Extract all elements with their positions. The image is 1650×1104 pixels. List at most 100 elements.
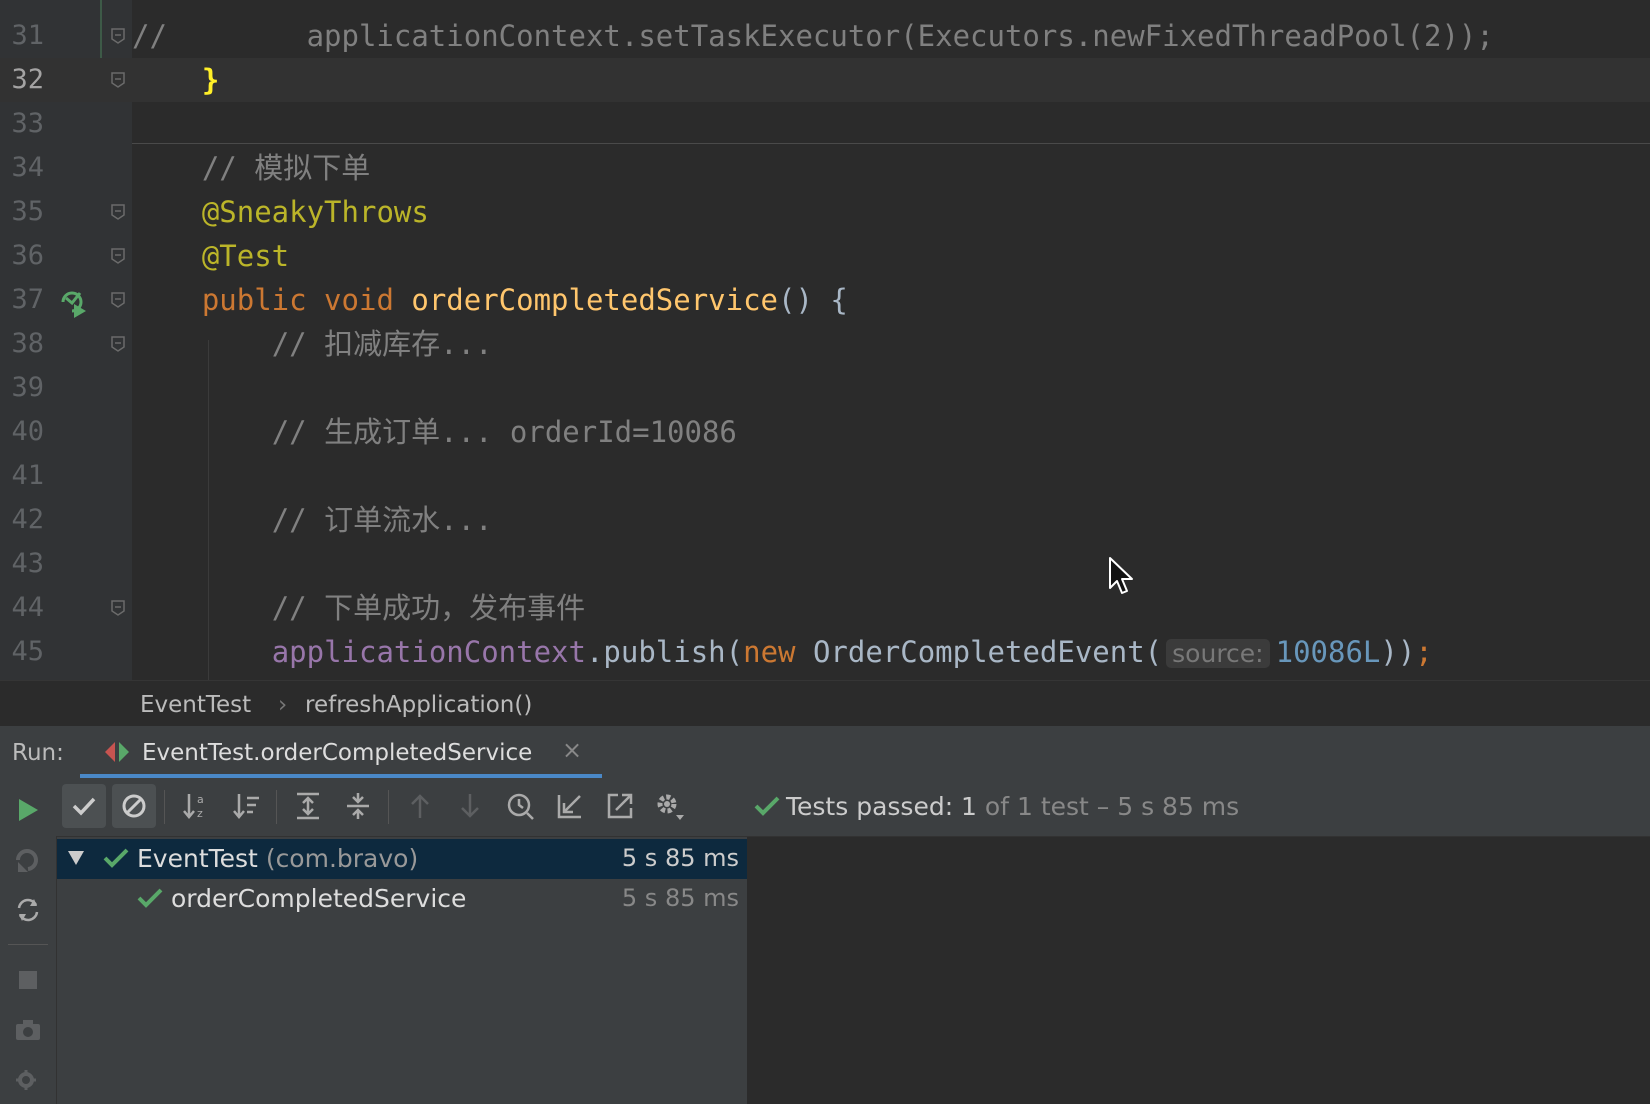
svg-text:a: a: [197, 793, 204, 806]
code-token: )): [1380, 635, 1416, 669]
code-text: @Test: [132, 234, 289, 278]
code-line[interactable]: 34 // 模拟下单: [0, 146, 1650, 190]
run-test-gutter-icon[interactable]: [58, 288, 88, 322]
test-duration: 5 s 85 ms: [621, 844, 739, 872]
code-line[interactable]: 38 // 扣减库存...: [0, 322, 1650, 366]
code-line[interactable]: 40 // 生成订单... orderId=10086: [0, 410, 1650, 454]
fold-marker-icon[interactable]: [111, 28, 125, 44]
code-text: // 生成订单... orderId=10086: [132, 410, 737, 454]
test-results-tree[interactable]: EventTest (com.bravo) 5 s 85 ms orderCom…: [57, 837, 748, 1104]
line-number: 39: [11, 372, 44, 403]
code-line[interactable]: 41: [0, 454, 1650, 498]
code-line[interactable]: 37 public void orderCompletedService() {: [0, 278, 1650, 322]
code-line[interactable]: 39: [0, 366, 1650, 410]
code-text: // applicationContext.setTaskExecutor(Ex…: [132, 14, 1494, 58]
tree-row-test-method[interactable]: orderCompletedService 5 s 85 ms: [57, 879, 747, 919]
code-token: orderCompletedService: [411, 283, 779, 317]
sort-alphabetically-icon[interactable]: az: [174, 784, 218, 828]
fold-marker-icon[interactable]: [111, 600, 125, 616]
close-icon[interactable]: ×: [562, 736, 582, 764]
code-token: OrderCompletedEvent(: [812, 635, 1163, 669]
rerun-failed-icon[interactable]: [8, 840, 48, 880]
rerun-button[interactable]: [8, 790, 48, 830]
export-tests-icon[interactable]: [598, 784, 642, 828]
console-output[interactable]: [748, 837, 1650, 1104]
code-token: .publish(: [585, 635, 744, 669]
code-token: // 模拟下单: [201, 151, 371, 185]
toggle-auto-test-icon[interactable]: [8, 890, 48, 930]
code-line[interactable]: 32 }: [0, 58, 1650, 102]
parameter-hint: source:: [1166, 639, 1270, 668]
code-token: }: [201, 63, 220, 97]
divider: [8, 944, 48, 945]
sort-by-duration-icon[interactable]: [224, 784, 268, 828]
line-number: 42: [11, 504, 44, 535]
code-token: @SneakyThrows: [201, 195, 429, 229]
show-passed-button[interactable]: [62, 784, 106, 828]
code-line[interactable]: 44 // 下单成功，发布事件: [0, 586, 1650, 630]
collapse-all-icon[interactable]: [336, 784, 380, 828]
gear-icon[interactable]: [648, 784, 692, 828]
line-number: 38: [11, 328, 44, 359]
run-tab-title: EventTest.orderCompletedService: [142, 740, 533, 766]
code-line[interactable]: 33: [0, 102, 1650, 146]
line-number: 32: [11, 64, 44, 95]
toolbar-separator: [388, 790, 389, 824]
run-label: Run:: [12, 740, 64, 766]
code-text: applicationContext.publish(new OrderComp…: [132, 630, 1433, 674]
breadcrumb-method[interactable]: refreshApplication(): [305, 692, 532, 718]
breadcrumb: EventTest › refreshApplication(): [0, 680, 1650, 727]
code-token: // applicationContext.setTaskExecutor(Ex…: [132, 19, 1494, 53]
check-icon: [137, 887, 163, 913]
junit-icon: [104, 741, 130, 767]
run-tool-window-header: Run: EventTest.orderCompletedService ×: [0, 726, 1650, 778]
triangle-down-icon[interactable]: [67, 850, 85, 870]
code-editor[interactable]: 31 // applicationContext.setTaskExecutor(…: [0, 0, 1650, 680]
code-line[interactable]: 42 // 订单流水...: [0, 498, 1650, 542]
chevron-right-icon: ›: [278, 692, 288, 718]
settings-bug-icon[interactable]: [8, 1060, 48, 1100]
show-ignored-button[interactable]: [112, 784, 156, 828]
code-token: ;: [1415, 635, 1433, 669]
status-detail: of 1 test – 5 s 85 ms: [984, 792, 1240, 821]
code-text: // 模拟下单: [132, 146, 370, 190]
expand-all-icon[interactable]: [286, 784, 330, 828]
line-number: 31: [11, 20, 44, 51]
breadcrumb-class[interactable]: EventTest: [140, 692, 251, 718]
arrow-down-icon[interactable]: [448, 784, 492, 828]
tree-row-test-class[interactable]: EventTest (com.bravo) 5 s 85 ms: [57, 839, 747, 879]
fold-marker-icon[interactable]: [111, 292, 125, 308]
fold-marker-icon[interactable]: [111, 204, 125, 220]
code-text: // 下单成功，发布事件: [132, 586, 585, 630]
stop-button[interactable]: [8, 960, 48, 1000]
check-icon: [103, 847, 129, 873]
code-line[interactable]: 45 applicationContext.publish(new OrderC…: [0, 630, 1650, 674]
code-text: public void orderCompletedService() {: [132, 278, 848, 322]
code-text: @SneakyThrows: [132, 190, 429, 234]
code-line[interactable]: 35 @SneakyThrows: [0, 190, 1650, 234]
line-number: 45: [11, 636, 44, 667]
history-icon[interactable]: [498, 784, 542, 828]
fold-marker-icon[interactable]: [111, 336, 125, 352]
code-text: // 订单流水...: [132, 498, 493, 542]
test-method-name: orderCompletedService: [171, 884, 467, 913]
code-token: applicationContext: [271, 635, 586, 669]
code-line[interactable]: 36 @Test: [0, 234, 1650, 278]
code-token: @Test: [201, 239, 290, 273]
arrow-up-icon[interactable]: [398, 784, 442, 828]
code-line[interactable]: 31 // applicationContext.setTaskExecutor(…: [0, 14, 1650, 58]
fold-marker-icon[interactable]: [111, 72, 125, 88]
fold-marker-icon[interactable]: [111, 248, 125, 264]
code-token: public void: [201, 283, 412, 317]
code-line[interactable]: 43: [0, 542, 1650, 586]
import-tests-icon[interactable]: [548, 784, 592, 828]
camera-icon[interactable]: [8, 1010, 48, 1050]
line-number: 40: [11, 416, 44, 447]
test-runner-toolbar: az Tests passed: 1 of 1 test – 5 s 85 ms: [56, 778, 1650, 837]
line-number: 35: [11, 196, 44, 227]
run-config-tab[interactable]: EventTest.orderCompletedService ×: [80, 726, 602, 778]
